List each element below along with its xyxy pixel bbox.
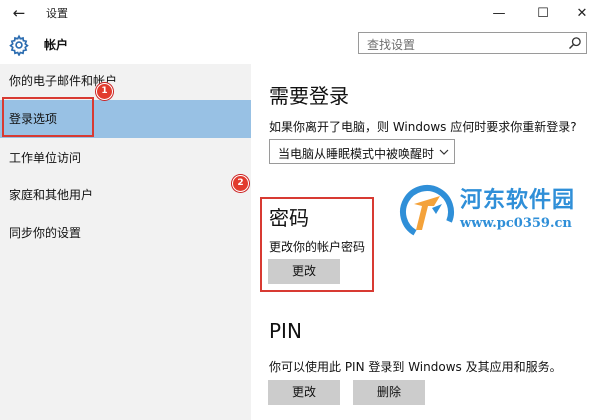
search-placeholder: 查找设置 [367,38,416,52]
annotation-badge-1: 1 [96,83,113,100]
page-title: 帐户 [44,38,69,52]
back-arrow-icon: ← [12,4,26,22]
search-input[interactable]: 查找设置 [358,32,587,54]
annotation-box-sign-in-options [2,97,94,137]
sidebar-item-work-access[interactable]: 工作单位访问 [0,139,251,177]
annotation-badge-2: 2 [232,175,249,192]
require-sign-in-description: 如果你离开了电脑，则 Windows 应何时要求你重新登录? [269,120,577,134]
chevron-down-icon [439,149,449,155]
search-icon[interactable] [568,36,582,50]
change-pin-button[interactable]: 更改 [268,380,340,405]
maximize-button[interactable]: ☐ [526,0,560,26]
page-header: 帐户 查找设置 [0,26,599,64]
title-bar: ← 设置 — ☐ ✕ [0,0,599,26]
back-button[interactable]: ← [8,3,30,23]
minimize-button[interactable]: — [482,0,516,26]
watermark: 河东软件园 www.pc0359.cn [398,182,598,248]
watermark-logo-icon [400,184,455,239]
gear-icon [9,34,29,56]
watermark-url: www.pc0359.cn [460,216,572,231]
section-heading-require-sign-in: 需要登录 [269,84,349,108]
delete-pin-button[interactable]: 删除 [353,380,425,405]
window-title: 设置 [46,7,68,20]
close-button[interactable]: ✕ [565,0,599,26]
close-icon: ✕ [576,5,588,21]
sidebar-item-sync-settings[interactable]: 同步你的设置 [0,214,251,252]
minimize-icon: — [492,5,506,21]
annotation-box-password [260,197,374,292]
watermark-name: 河东软件园 [460,187,576,213]
maximize-icon: ☐ [537,5,549,21]
pin-description: 你可以使用此 PIN 登录到 Windows 及其应用和服务。 [269,360,562,374]
require-sign-in-dropdown[interactable]: 当电脑从睡眠模式中被唤醒时 [269,139,455,164]
sidebar-item-family-other-users[interactable]: 家庭和其他用户 [0,176,251,214]
sidebar-item-email-accounts[interactable]: 你的电子邮件和帐户 [0,64,251,98]
section-heading-pin: PIN [269,319,302,343]
dropdown-selected-value: 当电脑从睡眠模式中被唤醒时 [278,147,435,161]
